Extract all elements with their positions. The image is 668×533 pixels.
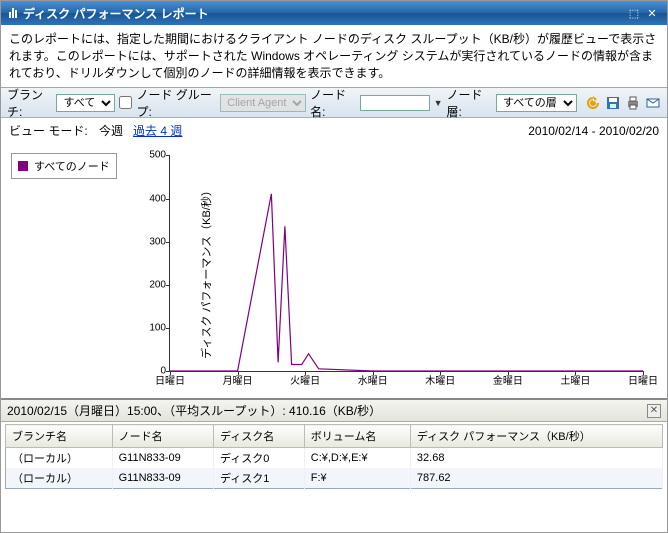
- maximize-icon[interactable]: ⬚: [627, 7, 641, 20]
- table-header-row: ブランチ名ノード名ディスク名ボリューム名ディスク パフォーマンス（KB/秒）: [6, 425, 663, 448]
- cell: C:¥,D:¥,E:¥: [304, 448, 410, 469]
- plot-area: 0100200300400500日曜日月曜日火曜日水曜日木曜日金曜日土曜日日曜日: [169, 155, 643, 372]
- cell: 32.68: [410, 448, 662, 469]
- branch-select[interactable]: すべて: [56, 94, 115, 112]
- cell: （ローカル）: [6, 448, 113, 469]
- last4weeks-link[interactable]: 過去 4 週: [133, 124, 182, 138]
- detail-panel: 2010/02/15（月曜日）15:00、（平均スループット）: 410.16（…: [1, 398, 667, 524]
- col-header[interactable]: ディスク パフォーマンス（KB/秒）: [410, 425, 662, 448]
- titlebar: ディスク パフォーマンス レポート ⬚ ✕: [1, 1, 667, 25]
- title-text: ディスク パフォーマンス レポート: [23, 5, 209, 22]
- detail-table: ブランチ名ノード名ディスク名ボリューム名ディスク パフォーマンス（KB/秒） （…: [5, 424, 663, 489]
- y-tick: 300: [130, 236, 166, 247]
- nodegroup-select: Client Agent: [220, 94, 306, 112]
- detail-close-icon[interactable]: ✕: [647, 404, 661, 418]
- cell: G11N833-09: [112, 448, 213, 469]
- report-description: このレポートには、指定した期間におけるクライアント ノードのディスク スループッ…: [1, 25, 667, 88]
- table-body: （ローカル）G11N833-09ディスク0C:¥,D:¥,E:¥32.68（ロー…: [6, 448, 663, 489]
- view-mode: ビュー モード: 今週 過去 4 週: [9, 122, 182, 139]
- save-icon[interactable]: [605, 95, 621, 111]
- titlebar-controls: ⬚ ✕: [627, 7, 659, 20]
- mail-icon[interactable]: [645, 95, 661, 111]
- detail-title: 2010/02/15（月曜日）15:00、（平均スループット）: 410.16（…: [7, 402, 381, 419]
- detail-header: 2010/02/15（月曜日）15:00、（平均スループット）: 410.16（…: [1, 400, 667, 422]
- legend-label: すべてのノード: [34, 158, 110, 174]
- y-tick: 100: [130, 323, 166, 334]
- nodename-dropdown-icon[interactable]: ▼: [434, 98, 443, 108]
- col-header[interactable]: ブランチ名: [6, 425, 113, 448]
- chart-icon: [9, 8, 17, 18]
- nodetier-select[interactable]: すべての層: [496, 94, 577, 112]
- filter-toolbar: ブランチ: すべて ノード グループ: Client Agent ノード名: ▼…: [1, 88, 667, 118]
- cell: （ローカル）: [6, 468, 113, 489]
- col-header[interactable]: ディスク名: [214, 425, 305, 448]
- cell: G11N833-09: [112, 468, 213, 489]
- close-icon[interactable]: ✕: [645, 7, 659, 20]
- table-row[interactable]: （ローカル）G11N833-09ディスク0C:¥,D:¥,E:¥32.68: [6, 448, 663, 469]
- refresh-icon[interactable]: [585, 95, 601, 111]
- y-tick: 500: [130, 150, 166, 161]
- viewmode-label: ビュー モード:: [9, 124, 88, 138]
- legend: すべてのノード: [11, 153, 117, 179]
- chart-line: [170, 155, 643, 371]
- table-row[interactable]: （ローカル）G11N833-09ディスク1F:¥787.62: [6, 468, 663, 489]
- view-bar: ビュー モード: 今週 過去 4 週 2010/02/14 - 2010/02/…: [1, 118, 667, 143]
- legend-swatch: [18, 161, 28, 171]
- cell: ディスク1: [214, 468, 305, 489]
- nodename-label: ノード名:: [310, 86, 355, 120]
- col-header[interactable]: ノード名: [112, 425, 213, 448]
- cell: ディスク0: [214, 448, 305, 469]
- nodegroup-checkbox[interactable]: [119, 96, 132, 109]
- nodename-input[interactable]: [360, 95, 430, 111]
- chart: ディスク パフォーマンス（KB/秒） 0100200300400500日曜日月曜…: [111, 149, 651, 394]
- branch-label: ブランチ:: [7, 86, 52, 120]
- window-title: ディスク パフォーマンス レポート: [9, 5, 209, 22]
- date-range: 2010/02/14 - 2010/02/20: [528, 124, 659, 138]
- cell: 787.62: [410, 468, 662, 489]
- thisweek-tab[interactable]: 今週: [99, 124, 123, 138]
- col-header[interactable]: ボリューム名: [304, 425, 410, 448]
- cell: F:¥: [304, 468, 410, 489]
- print-icon[interactable]: [625, 95, 641, 111]
- nodegroup-label: ノード グループ:: [136, 86, 216, 120]
- nodetier-label: ノード層:: [447, 86, 492, 120]
- chart-area: すべてのノード ディスク パフォーマンス（KB/秒） 0100200300400…: [1, 143, 667, 398]
- y-tick: 200: [130, 279, 166, 290]
- y-tick: 400: [130, 193, 166, 204]
